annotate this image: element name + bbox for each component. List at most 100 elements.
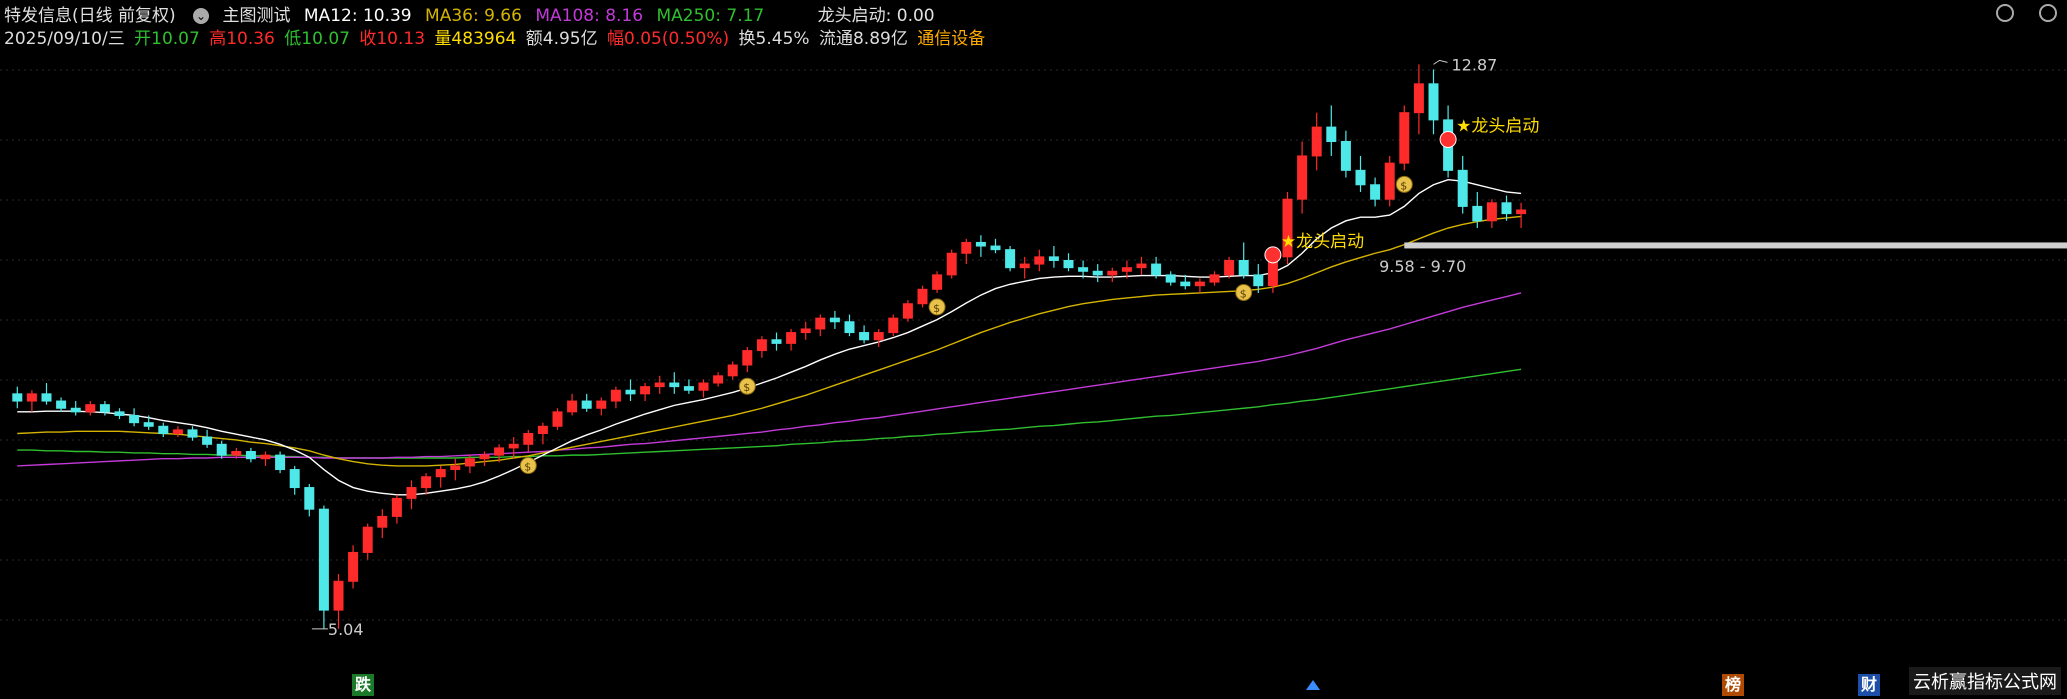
candle-body xyxy=(377,515,388,528)
candle-body xyxy=(260,454,271,460)
candle-body xyxy=(596,400,607,409)
candle-body xyxy=(1457,169,1468,207)
candle-body xyxy=(464,458,475,467)
candle-body xyxy=(1194,281,1205,287)
candle-body xyxy=(829,317,840,323)
candle-body xyxy=(1019,263,1030,269)
candle-body xyxy=(669,382,680,388)
candle-body xyxy=(888,317,899,334)
candle-body xyxy=(362,526,373,553)
candle-body xyxy=(1384,162,1395,200)
candle-body xyxy=(421,476,432,489)
candle-body xyxy=(581,400,592,409)
money-bag-glyph: $ xyxy=(1240,287,1247,300)
candle-body xyxy=(902,303,913,319)
candle-body xyxy=(975,241,986,247)
ma36-line xyxy=(17,215,1522,467)
high-price-label: 12.87 xyxy=(1452,55,1498,74)
dragon-start-label: ★龙头启动 xyxy=(1281,232,1364,252)
candle-body xyxy=(435,469,446,478)
candle-body xyxy=(129,414,140,424)
candle-body xyxy=(946,252,957,276)
candle-body xyxy=(523,432,534,445)
candle-body xyxy=(333,580,344,611)
candle-body xyxy=(654,382,665,388)
candle-body xyxy=(1209,274,1220,283)
candle-body xyxy=(537,425,548,434)
candle-body xyxy=(479,454,490,460)
candle-body xyxy=(713,375,724,384)
candle-body xyxy=(202,436,213,445)
candle-body xyxy=(245,451,256,460)
candle-body xyxy=(1326,126,1337,143)
candle-body xyxy=(348,551,359,582)
candle-body xyxy=(275,454,286,471)
candle-body xyxy=(742,350,753,366)
finance-badge[interactable]: 财 xyxy=(1858,674,1880,696)
low-price-label: 5.04 xyxy=(328,620,364,639)
candle-body xyxy=(508,443,519,449)
candle-body xyxy=(1136,263,1147,269)
ma12-line xyxy=(17,179,1522,496)
candle-body xyxy=(450,465,461,471)
candle-body xyxy=(56,400,67,409)
candle-body xyxy=(1297,155,1308,200)
rank-badge[interactable]: 榜 xyxy=(1722,674,1744,696)
money-bag-glyph: $ xyxy=(1400,179,1407,192)
candle-body xyxy=(1501,202,1512,215)
candle-body xyxy=(231,451,242,456)
candle-body xyxy=(391,497,402,517)
candle-body xyxy=(1413,83,1424,114)
candle-body xyxy=(873,332,884,341)
candle-body xyxy=(1078,267,1089,272)
candle-body xyxy=(216,443,227,456)
candle-body xyxy=(1486,202,1497,222)
candle-body xyxy=(158,425,169,434)
dragon-start-label: ★龙头启动 xyxy=(1456,116,1539,136)
candle-body xyxy=(99,404,110,413)
candle-body xyxy=(1005,249,1016,269)
candle-body xyxy=(786,332,797,344)
signal-dot-icon xyxy=(1439,130,1457,148)
signal-dot-icon xyxy=(1264,246,1282,264)
fall-badge[interactable]: 跌 xyxy=(352,674,374,696)
candle-body xyxy=(727,364,738,377)
candle-body xyxy=(932,274,943,290)
candle-body xyxy=(1224,259,1235,276)
candle-body xyxy=(1399,112,1410,164)
candle-body xyxy=(800,328,811,334)
candle-body xyxy=(304,487,315,510)
candle-body xyxy=(494,447,505,456)
candle-body xyxy=(114,411,125,416)
candle-body xyxy=(289,469,300,489)
candle-body xyxy=(1238,259,1249,276)
candle-body xyxy=(1370,184,1381,200)
candle-body xyxy=(698,382,709,391)
candle-body xyxy=(917,288,928,305)
candle-body xyxy=(771,339,782,344)
candle-body xyxy=(26,393,37,402)
candle-body xyxy=(990,245,1001,251)
candlestick-chart[interactable]: 12.87 5.04 9.58 - 9.70 ★龙头启动 ★龙头启动 $ $ $ $ $ xyxy=(0,0,2067,699)
candle-body xyxy=(640,386,651,395)
candle-body xyxy=(1472,205,1483,222)
candle-body xyxy=(1034,256,1045,265)
candle-body xyxy=(172,429,183,434)
candle-body xyxy=(859,332,870,341)
candle-body xyxy=(1048,256,1059,261)
candle-body xyxy=(567,400,578,413)
candle-body xyxy=(1092,270,1103,276)
candle-body xyxy=(187,429,198,438)
candle-body xyxy=(318,508,329,611)
candle-body xyxy=(552,411,563,427)
candle-body xyxy=(406,487,417,499)
ma250-line xyxy=(17,368,1522,459)
candle-body xyxy=(961,241,972,254)
candle-body xyxy=(41,393,52,402)
candle-body xyxy=(815,317,826,330)
arrow-up-icon[interactable] xyxy=(1306,680,1320,690)
candle-body xyxy=(1180,281,1191,287)
money-bag-glyph: $ xyxy=(524,461,531,474)
candle-body xyxy=(610,389,621,402)
candle-body xyxy=(756,339,767,352)
